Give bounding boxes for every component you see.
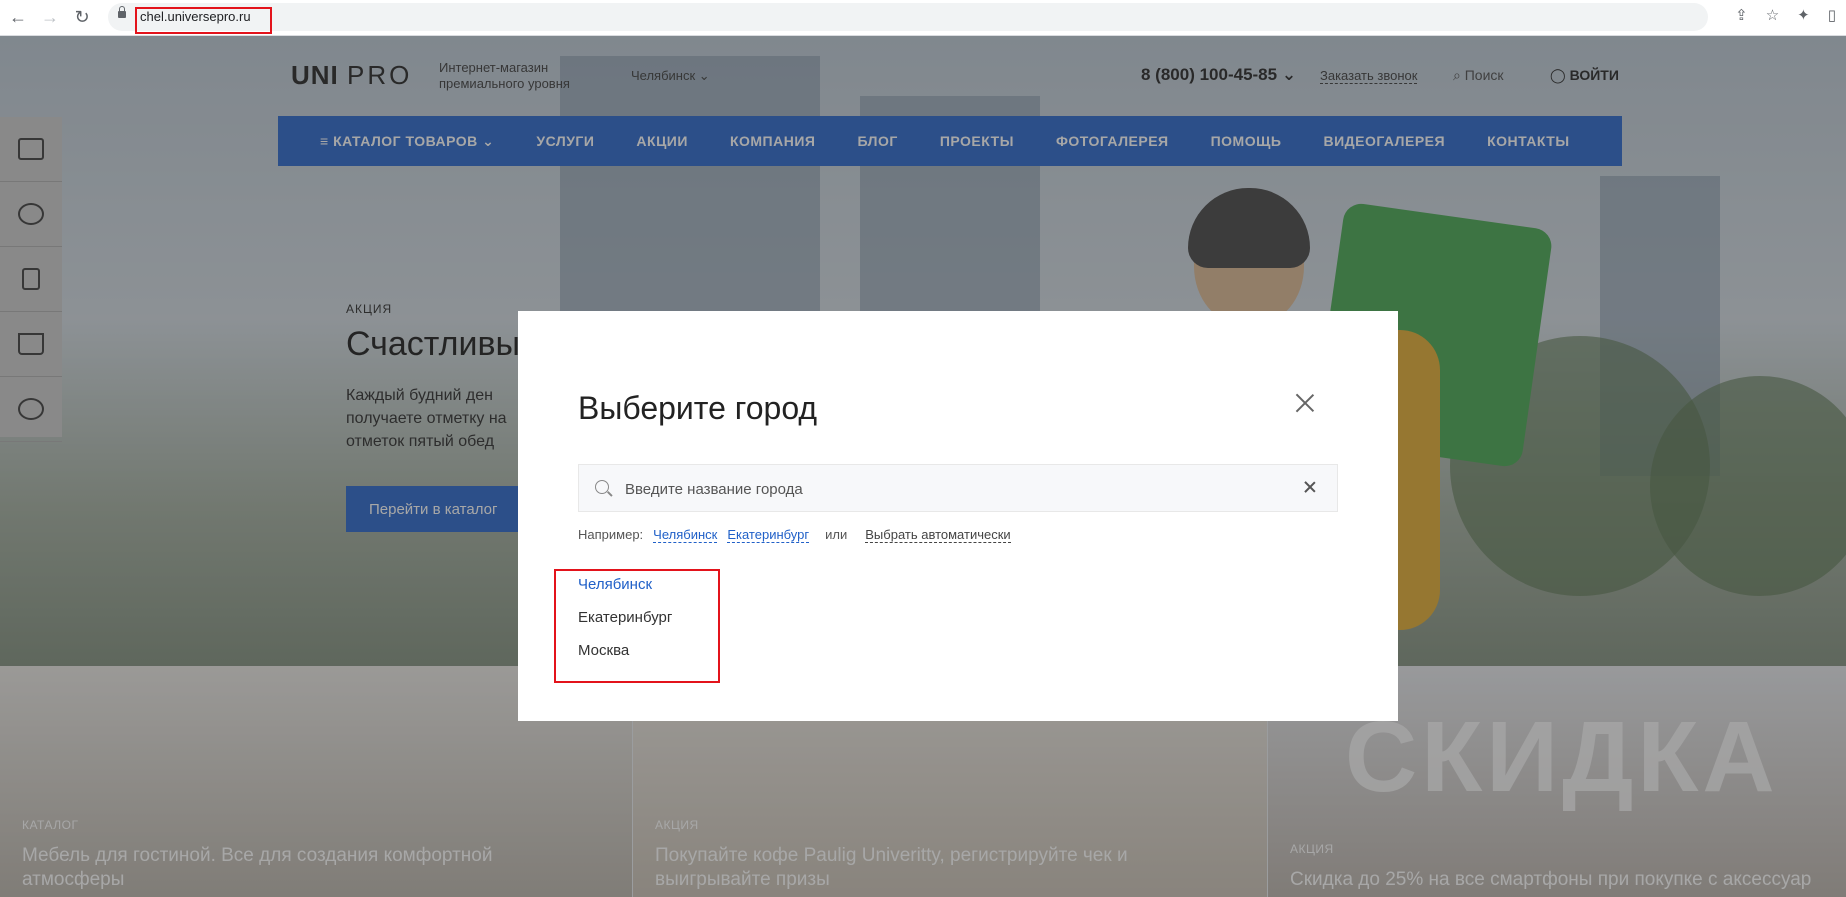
auto-detect-link[interactable]: Выбрать автоматически (865, 527, 1011, 543)
back-icon[interactable]: ← (4, 4, 32, 32)
or-label: или (825, 527, 848, 542)
city-search-input[interactable] (623, 465, 1307, 513)
browser-toolbar: ← → ↻ chel.universepro.ru ⇪ ☆ ✦ ▯ (0, 0, 1846, 36)
close-icon[interactable] (1293, 391, 1317, 415)
share-icon[interactable]: ⇪ (1735, 6, 1748, 24)
sidepanel-icon[interactable]: ▯ (1828, 6, 1836, 24)
example-city-yekaterinburg[interactable]: Екатеринбург (727, 527, 810, 543)
url-highlight-box (135, 7, 272, 34)
clear-icon[interactable] (1303, 480, 1317, 494)
bookmark-star-icon[interactable]: ☆ (1766, 6, 1779, 24)
extensions-icon[interactable]: ✦ (1797, 6, 1810, 24)
forward-icon[interactable]: → (36, 4, 64, 32)
examples-label: Например: (578, 527, 644, 542)
lock-icon (118, 6, 126, 18)
browser-actions: ⇪ ☆ ✦ ▯ (1735, 6, 1836, 24)
city-select-modal: Выберите город Например: Челябинск Екате… (518, 311, 1398, 721)
reload-icon[interactable]: ↻ (68, 4, 96, 32)
example-city-chelyabinsk[interactable]: Челябинск (653, 527, 718, 543)
modal-title: Выберите город (578, 390, 818, 426)
city-list-highlight-box (554, 569, 720, 683)
city-examples: Например: Челябинск Екатеринбург или Выб… (578, 527, 1011, 543)
address-bar[interactable] (108, 3, 1708, 31)
search-icon (595, 480, 609, 494)
city-search-field (578, 464, 1338, 513)
